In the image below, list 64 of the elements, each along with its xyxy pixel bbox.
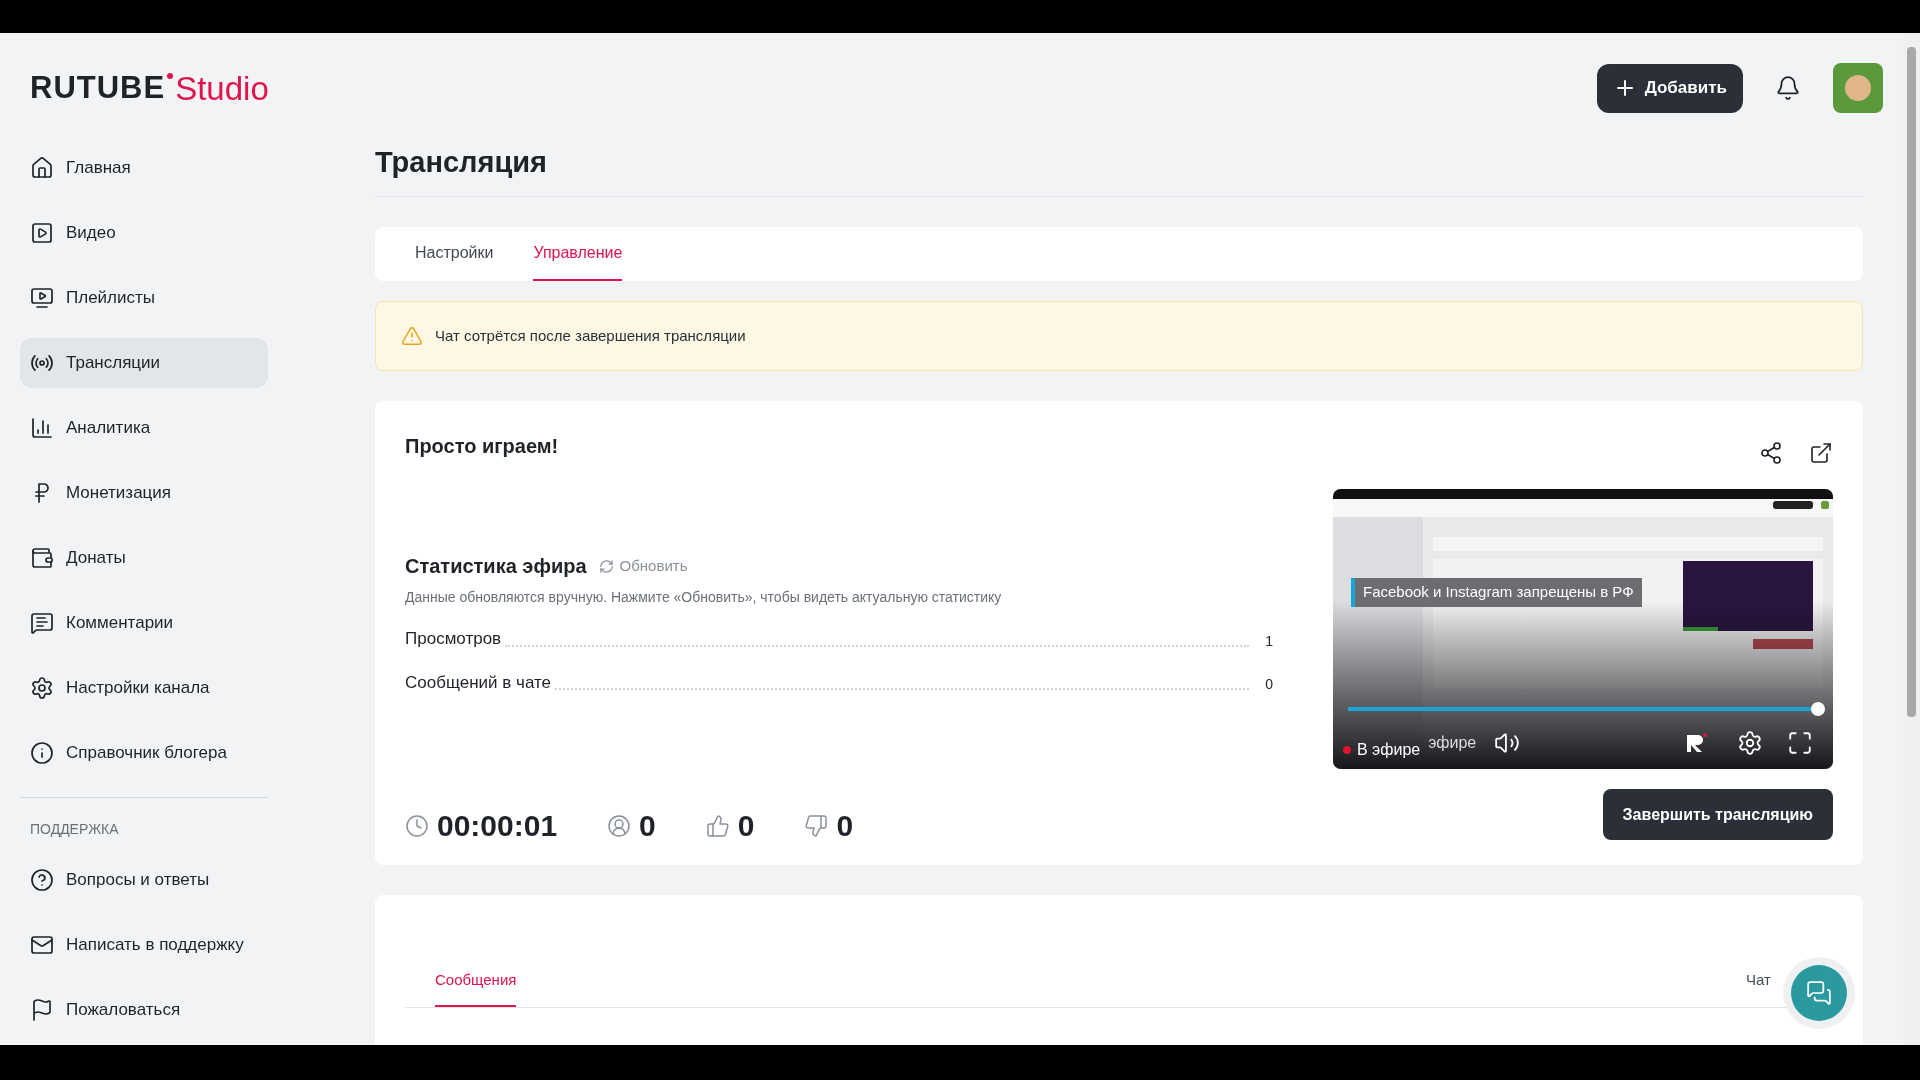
notification-icon[interactable]	[1775, 75, 1801, 101]
mail-icon	[30, 933, 54, 957]
chat-icon	[1806, 980, 1832, 1006]
external-link-icon[interactable]	[1809, 441, 1833, 465]
counter-value: 00:00:01	[437, 808, 558, 844]
section-heading: ПОДДЕРЖКА	[29, 820, 120, 839]
user-icon	[607, 813, 632, 838]
comment-icon	[30, 611, 54, 635]
sidebar-item[interactable]: Аналитика	[20, 403, 268, 453]
sidebar-item[interactable]: Комментарии	[20, 598, 268, 648]
settings-icon	[30, 676, 54, 700]
counter-value: 0	[737, 808, 755, 844]
stat-value: 1	[1264, 631, 1273, 651]
sidebar-item[interactable]: Справочник блогера	[20, 728, 268, 778]
tab[interactable]: Чат	[1746, 968, 1771, 1007]
home-icon	[30, 156, 54, 180]
wallet-icon	[30, 546, 54, 570]
stream-title: Просто играем!	[405, 434, 560, 459]
play-icon	[30, 221, 54, 245]
fullscreen-icon[interactable]	[1787, 730, 1813, 756]
live-label: эфире	[1428, 733, 1477, 753]
sidebar-item[interactable]: Настройки канала	[20, 663, 268, 713]
refresh-icon	[598, 558, 614, 574]
chart-icon	[30, 416, 54, 440]
video-notice: Facebook и Instagram запрещены в РФ	[1351, 578, 1642, 607]
logo[interactable]: RUTUBE Studio	[30, 71, 269, 105]
sidebar-item[interactable]: Пожаловаться	[20, 985, 268, 1035]
section-title: Статистика эфира	[405, 554, 587, 579]
volume-icon[interactable]	[1494, 730, 1521, 756]
page-title: Трансляция	[375, 145, 549, 180]
sidebar-item[interactable]: Донаты	[20, 533, 268, 583]
add-button[interactable]: Добавить	[1596, 63, 1743, 113]
share-icon[interactable]	[1759, 441, 1783, 465]
counter-value: 0	[836, 808, 854, 844]
sidebar-item[interactable]: Вопросы и ответы	[20, 855, 268, 905]
thumbs-up-icon	[705, 813, 730, 838]
r-icon[interactable]	[1685, 733, 1707, 753]
stat-label: Просмотров	[405, 628, 502, 650]
warning-text: Чат сотрётся после завершения трансляции	[435, 325, 746, 346]
sidebar-item[interactable]: Монетизация	[20, 468, 268, 518]
clock-icon	[405, 813, 429, 838]
flag-icon	[30, 998, 54, 1022]
stats-note: Данные обновляются вручную. Нажмите «Обновить», чтобы видеть актуальную статистику	[405, 588, 1003, 607]
sidebar-item[interactable]: Трансляции	[20, 338, 268, 388]
counter-value: 0	[639, 808, 656, 844]
progress-slider[interactable]	[1348, 702, 1825, 716]
info-icon	[30, 741, 54, 765]
warning-icon	[401, 325, 423, 347]
stat-value: 0	[1264, 675, 1273, 694]
sidebar-item[interactable]: Главная	[20, 143, 268, 193]
tab[interactable]: Сообщения	[435, 968, 517, 1007]
sidebar-item[interactable]: Написать в поддержку	[20, 920, 268, 970]
thumbs-down-icon	[804, 813, 829, 838]
sidebar-item[interactable]: Плейлисты	[20, 273, 268, 323]
question-icon	[30, 868, 54, 892]
settings-icon[interactable]	[1737, 730, 1763, 756]
scrollbar[interactable]	[1903, 33, 1920, 1045]
stat-label: Сообщений в чате	[405, 671, 552, 694]
end-stream-button[interactable]: Завершить трансляцию	[1602, 789, 1833, 840]
tab[interactable]: Настройки	[415, 241, 494, 281]
sidebar-item[interactable]: Видео	[20, 208, 268, 258]
tab[interactable]: Управление	[533, 241, 623, 281]
live-label: В эфире	[1357, 740, 1421, 760]
playlist-icon	[30, 286, 54, 310]
